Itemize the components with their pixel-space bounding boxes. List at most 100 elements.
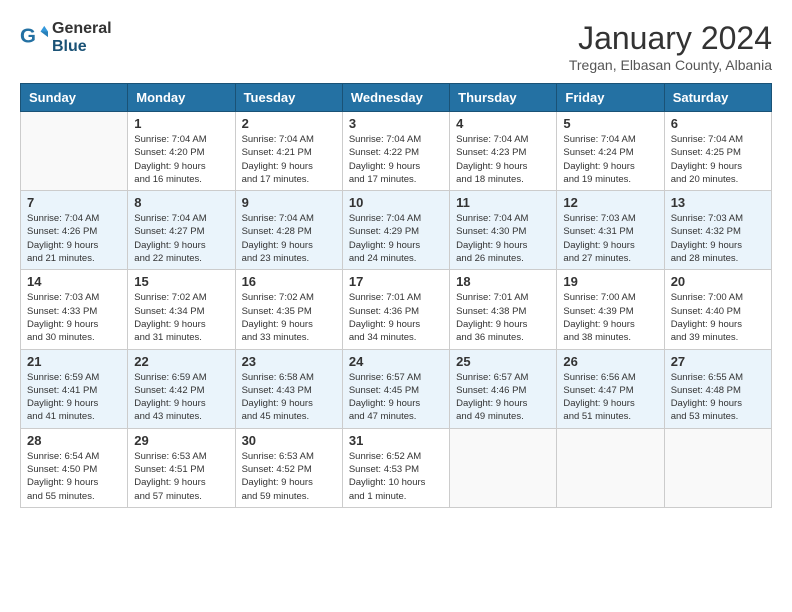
day-info: Sunrise: 7:03 AM Sunset: 4:33 PM Dayligh… <box>27 291 121 344</box>
day-info: Sunrise: 7:04 AM Sunset: 4:26 PM Dayligh… <box>27 212 121 265</box>
column-header-friday: Friday <box>557 84 664 112</box>
day-number: 9 <box>242 195 336 210</box>
page-header: G General Blue January 2024 Tregan, Elba… <box>20 20 772 73</box>
day-number: 3 <box>349 116 443 131</box>
calendar-cell: 8 Sunrise: 7:04 AM Sunset: 4:27 PM Daylig… <box>128 191 235 270</box>
day-info: Sunrise: 7:01 AM Sunset: 4:36 PM Dayligh… <box>349 291 443 344</box>
day-info: Sunrise: 7:04 AM Sunset: 4:23 PM Dayligh… <box>456 133 550 186</box>
calendar-week-row: 14 Sunrise: 7:03 AM Sunset: 4:33 PM Dayli… <box>21 270 772 349</box>
day-number: 5 <box>563 116 657 131</box>
day-info: Sunrise: 7:04 AM Sunset: 4:29 PM Dayligh… <box>349 212 443 265</box>
day-info: Sunrise: 6:57 AM Sunset: 4:45 PM Dayligh… <box>349 371 443 424</box>
day-info: Sunrise: 6:56 AM Sunset: 4:47 PM Dayligh… <box>563 371 657 424</box>
calendar-cell: 22Sunrise: 6:59 AM Sunset: 4:42 PM Dayli… <box>128 349 235 428</box>
calendar-week-row: 1 Sunrise: 7:04 AM Sunset: 4:20 PM Daylig… <box>21 112 772 191</box>
day-info: Sunrise: 7:01 AM Sunset: 4:38 PM Dayligh… <box>456 291 550 344</box>
calendar-cell: 18Sunrise: 7:01 AM Sunset: 4:38 PM Dayli… <box>450 270 557 349</box>
title-block: January 2024 Tregan, Elbasan County, Alb… <box>569 20 772 73</box>
day-info: Sunrise: 7:03 AM Sunset: 4:32 PM Dayligh… <box>671 212 765 265</box>
calendar-cell: 14 Sunrise: 7:03 AM Sunset: 4:33 PM Dayli… <box>21 270 128 349</box>
calendar-cell: 11Sunrise: 7:04 AM Sunset: 4:30 PM Dayli… <box>450 191 557 270</box>
column-header-wednesday: Wednesday <box>342 84 449 112</box>
calendar-week-row: 28 Sunrise: 6:54 AM Sunset: 4:50 PM Dayli… <box>21 428 772 507</box>
calendar-cell: 27 Sunrise: 6:55 AM Sunset: 4:48 PM Dayli… <box>664 349 771 428</box>
day-number: 30 <box>242 433 336 448</box>
calendar-cell: 24Sunrise: 6:57 AM Sunset: 4:45 PM Dayli… <box>342 349 449 428</box>
calendar-cell: 9 Sunrise: 7:04 AM Sunset: 4:28 PM Daylig… <box>235 191 342 270</box>
calendar-cell: 19 Sunrise: 7:00 AM Sunset: 4:39 PM Dayli… <box>557 270 664 349</box>
calendar-cell: 2 Sunrise: 7:04 AM Sunset: 4:21 PM Daylig… <box>235 112 342 191</box>
logo: G General Blue <box>20 20 112 55</box>
calendar-cell: 31Sunrise: 6:52 AM Sunset: 4:53 PM Dayli… <box>342 428 449 507</box>
calendar-cell: 23 Sunrise: 6:58 AM Sunset: 4:43 PM Dayli… <box>235 349 342 428</box>
day-info: Sunrise: 6:52 AM Sunset: 4:53 PM Dayligh… <box>349 450 443 503</box>
day-info: Sunrise: 7:04 AM Sunset: 4:25 PM Dayligh… <box>671 133 765 186</box>
calendar-cell: 4Sunrise: 7:04 AM Sunset: 4:23 PM Daylig… <box>450 112 557 191</box>
day-info: Sunrise: 7:04 AM Sunset: 4:28 PM Dayligh… <box>242 212 336 265</box>
day-number: 8 <box>134 195 228 210</box>
calendar-cell: 12 Sunrise: 7:03 AM Sunset: 4:31 PM Dayli… <box>557 191 664 270</box>
column-header-saturday: Saturday <box>664 84 771 112</box>
month-title: January 2024 <box>569 20 772 57</box>
location: Tregan, Elbasan County, Albania <box>569 57 772 73</box>
calendar-table: SundayMondayTuesdayWednesdayThursdayFrid… <box>20 83 772 508</box>
calendar-cell: 17 Sunrise: 7:01 AM Sunset: 4:36 PM Dayli… <box>342 270 449 349</box>
day-info: Sunrise: 6:55 AM Sunset: 4:48 PM Dayligh… <box>671 371 765 424</box>
calendar-cell: 28 Sunrise: 6:54 AM Sunset: 4:50 PM Dayli… <box>21 428 128 507</box>
calendar-cell: 13Sunrise: 7:03 AM Sunset: 4:32 PM Dayli… <box>664 191 771 270</box>
day-number: 2 <box>242 116 336 131</box>
logo-icon: G <box>20 24 48 52</box>
logo-blue: Blue <box>52 38 112 56</box>
day-info: Sunrise: 7:04 AM Sunset: 4:21 PM Dayligh… <box>242 133 336 186</box>
day-info: Sunrise: 6:53 AM Sunset: 4:52 PM Dayligh… <box>242 450 336 503</box>
calendar-cell: 26Sunrise: 6:56 AM Sunset: 4:47 PM Dayli… <box>557 349 664 428</box>
calendar-cell: 15 Sunrise: 7:02 AM Sunset: 4:34 PM Dayli… <box>128 270 235 349</box>
day-info: Sunrise: 6:54 AM Sunset: 4:50 PM Dayligh… <box>27 450 121 503</box>
column-header-tuesday: Tuesday <box>235 84 342 112</box>
column-header-sunday: Sunday <box>21 84 128 112</box>
calendar-cell <box>664 428 771 507</box>
calendar-cell <box>450 428 557 507</box>
day-info: Sunrise: 7:04 AM Sunset: 4:20 PM Dayligh… <box>134 133 228 186</box>
day-info: Sunrise: 6:57 AM Sunset: 4:46 PM Dayligh… <box>456 371 550 424</box>
calendar-cell: 16Sunrise: 7:02 AM Sunset: 4:35 PM Dayli… <box>235 270 342 349</box>
day-info: Sunrise: 7:00 AM Sunset: 4:39 PM Dayligh… <box>563 291 657 344</box>
svg-text:G: G <box>20 24 36 47</box>
day-number: 6 <box>671 116 765 131</box>
day-number: 29 <box>134 433 228 448</box>
day-info: Sunrise: 6:59 AM Sunset: 4:41 PM Dayligh… <box>27 371 121 424</box>
day-info: Sunrise: 7:02 AM Sunset: 4:35 PM Dayligh… <box>242 291 336 344</box>
day-info: Sunrise: 7:04 AM Sunset: 4:27 PM Dayligh… <box>134 212 228 265</box>
day-info: Sunrise: 7:00 AM Sunset: 4:40 PM Dayligh… <box>671 291 765 344</box>
day-info: Sunrise: 7:03 AM Sunset: 4:31 PM Dayligh… <box>563 212 657 265</box>
calendar-cell <box>557 428 664 507</box>
day-number: 23 <box>242 354 336 369</box>
day-info: Sunrise: 7:04 AM Sunset: 4:22 PM Dayligh… <box>349 133 443 186</box>
day-number: 28 <box>27 433 121 448</box>
logo-general: General <box>52 20 112 38</box>
calendar-header-row: SundayMondayTuesdayWednesdayThursdayFrid… <box>21 84 772 112</box>
day-number: 1 <box>134 116 228 131</box>
day-number: 12 <box>563 195 657 210</box>
day-number: 19 <box>563 274 657 289</box>
day-info: Sunrise: 7:02 AM Sunset: 4:34 PM Dayligh… <box>134 291 228 344</box>
calendar-cell <box>21 112 128 191</box>
calendar-week-row: 21 Sunrise: 6:59 AM Sunset: 4:41 PM Dayli… <box>21 349 772 428</box>
day-info: Sunrise: 6:58 AM Sunset: 4:43 PM Dayligh… <box>242 371 336 424</box>
logo-text: General Blue <box>52 20 112 55</box>
day-number: 10 <box>349 195 443 210</box>
calendar-cell: 10 Sunrise: 7:04 AM Sunset: 4:29 PM Dayli… <box>342 191 449 270</box>
calendar-cell: 6 Sunrise: 7:04 AM Sunset: 4:25 PM Daylig… <box>664 112 771 191</box>
calendar-cell: 3 Sunrise: 7:04 AM Sunset: 4:22 PM Daylig… <box>342 112 449 191</box>
calendar-week-row: 7Sunrise: 7:04 AM Sunset: 4:26 PM Daylig… <box>21 191 772 270</box>
day-number: 27 <box>671 354 765 369</box>
day-info: Sunrise: 7:04 AM Sunset: 4:24 PM Dayligh… <box>563 133 657 186</box>
day-number: 15 <box>134 274 228 289</box>
day-number: 14 <box>27 274 121 289</box>
calendar-cell: 20Sunrise: 7:00 AM Sunset: 4:40 PM Dayli… <box>664 270 771 349</box>
day-number: 21 <box>27 354 121 369</box>
day-number: 17 <box>349 274 443 289</box>
calendar-cell: 1 Sunrise: 7:04 AM Sunset: 4:20 PM Daylig… <box>128 112 235 191</box>
calendar-cell: 5 Sunrise: 7:04 AM Sunset: 4:24 PM Daylig… <box>557 112 664 191</box>
calendar-cell: 7Sunrise: 7:04 AM Sunset: 4:26 PM Daylig… <box>21 191 128 270</box>
